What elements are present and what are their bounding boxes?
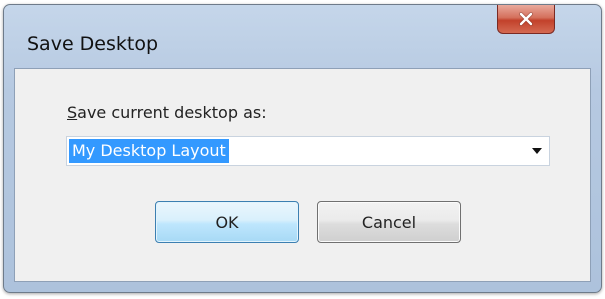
title-bar[interactable]: Save Desktop	[4, 5, 601, 73]
desktop-name-combobox[interactable]: My Desktop Layout	[66, 136, 550, 166]
close-button[interactable]	[497, 5, 555, 34]
save-as-label: Save current desktop as:	[67, 103, 267, 122]
ok-button[interactable]: OK	[155, 201, 299, 243]
close-icon	[519, 12, 533, 26]
chevron-down-icon	[532, 148, 542, 154]
window-title: Save Desktop	[27, 33, 159, 55]
desktop-name-value[interactable]: My Desktop Layout	[69, 139, 229, 163]
cancel-button[interactable]: Cancel	[317, 201, 461, 243]
save-desktop-dialog: Save Desktop Save current desktop as: My…	[3, 4, 602, 293]
dropdown-arrow-button[interactable]	[525, 137, 549, 165]
label-text: ave current desktop as:	[77, 103, 267, 122]
dialog-body: Save current desktop as: My Desktop Layo…	[14, 68, 591, 282]
label-accelerator: S	[67, 103, 78, 122]
